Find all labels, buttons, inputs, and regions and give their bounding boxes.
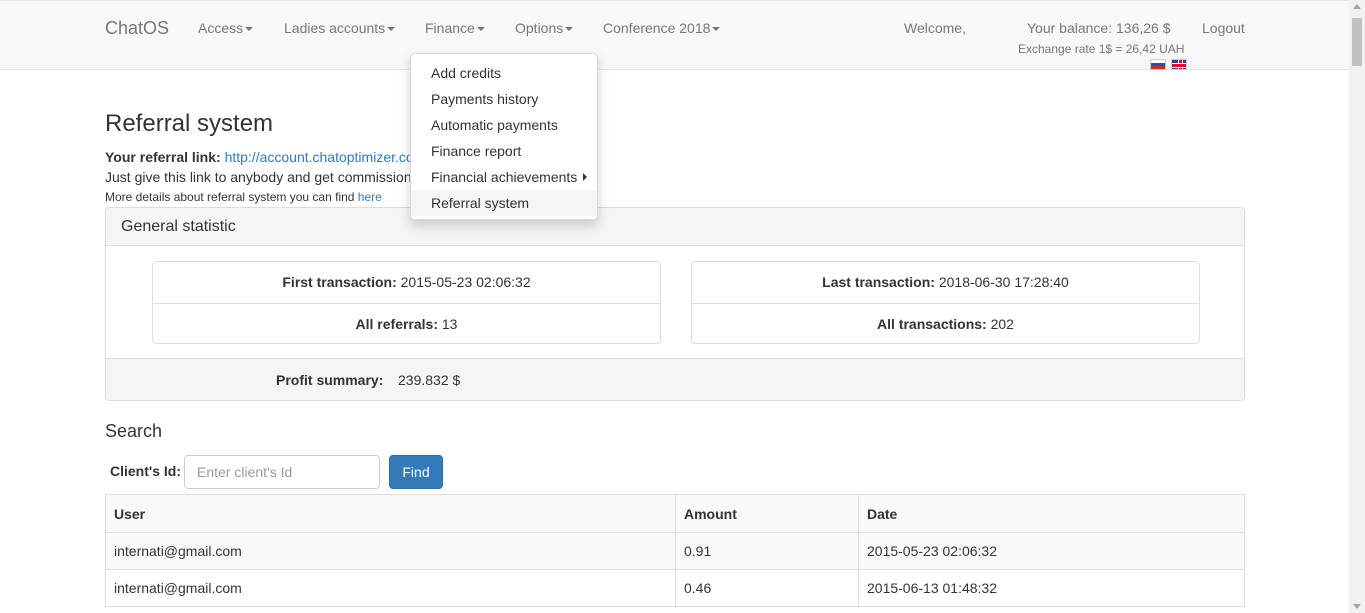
nav-ladies-accounts[interactable]: Ladies accounts bbox=[284, 20, 396, 36]
first-transaction-row: First transaction: 2015-05-23 02:06:32 bbox=[153, 262, 660, 303]
menu-item-financial-achievements[interactable]: Financial achievements bbox=[411, 164, 597, 190]
client-id-label: Client's Id: bbox=[110, 463, 181, 479]
caret-right-icon bbox=[583, 173, 587, 181]
balance-text: Your balance: 136,26 $ bbox=[1027, 20, 1171, 36]
column-header-amount[interactable]: Amount bbox=[675, 494, 859, 533]
caret-down-icon bbox=[565, 27, 574, 32]
english-flag-icon[interactable] bbox=[1171, 59, 1187, 70]
caret-down-icon bbox=[387, 27, 396, 32]
menu-item-add-credits[interactable]: Add credits bbox=[411, 60, 597, 86]
menu-item-finance-report[interactable]: Finance report bbox=[411, 138, 597, 164]
nav-access[interactable]: Access bbox=[198, 20, 254, 36]
menu-item-financial-achievements-label: Financial achievements bbox=[431, 169, 578, 185]
russian-flag-icon[interactable] bbox=[1150, 59, 1166, 70]
last-transaction-value: 2018-06-30 17:28:40 bbox=[938, 274, 1069, 290]
profit-summary-value: 239.832 $ bbox=[398, 372, 461, 388]
nav-finance[interactable]: Finance bbox=[425, 20, 485, 36]
table-header-row: User Amount Date bbox=[105, 494, 1245, 533]
panel-heading: General statistic bbox=[106, 208, 1244, 246]
column-header-user[interactable]: User bbox=[105, 494, 676, 533]
caret-down-icon bbox=[245, 27, 254, 32]
table-row: internati@gmail.com 0.91 2015-05-23 02:0… bbox=[105, 532, 1245, 570]
cell-amount: 0.46 bbox=[675, 569, 859, 607]
caret-down-icon bbox=[712, 27, 721, 32]
menu-item-payments-history[interactable]: Payments history bbox=[411, 86, 597, 112]
referral-link-label: Your referral link: bbox=[105, 149, 221, 165]
stat-box-left: First transaction: 2015-05-23 02:06:32 A… bbox=[152, 261, 661, 344]
all-transactions-row: All transactions: 202 bbox=[692, 303, 1199, 345]
exchange-rate-text: Exchange rate 1$ = 26,42 UAH bbox=[1018, 42, 1185, 56]
cell-date: 2015-05-23 02:06:32 bbox=[858, 532, 1245, 570]
all-referrals-value: 13 bbox=[441, 316, 458, 332]
first-transaction-label: First transaction: bbox=[282, 274, 397, 290]
all-transactions-value: 202 bbox=[990, 316, 1014, 332]
nav-ladies-accounts-label: Ladies accounts bbox=[284, 20, 386, 36]
first-transaction-value: 2015-05-23 02:06:32 bbox=[400, 274, 531, 290]
nav-conference-label: Conference 2018 bbox=[603, 20, 711, 36]
general-statistic-panel: General statistic First transaction: 201… bbox=[105, 207, 1245, 401]
profit-summary-footer: Profit summary: 239.832 $ bbox=[106, 358, 1244, 400]
nav-access-label: Access bbox=[198, 20, 244, 36]
nav-options[interactable]: Options bbox=[515, 20, 574, 36]
cell-user: internati@gmail.com bbox=[105, 569, 676, 607]
nav-finance-label: Finance bbox=[425, 20, 475, 36]
nav-options-label: Options bbox=[515, 20, 564, 36]
cell-date: 2015-06-13 01:48:32 bbox=[858, 569, 1245, 607]
more-details-text: More details about referral system you c… bbox=[105, 190, 355, 204]
client-id-input[interactable] bbox=[184, 455, 380, 489]
cell-amount: 0.91 bbox=[675, 532, 859, 570]
referral-link[interactable]: http://account.chatoptimizer.co bbox=[225, 149, 414, 165]
logout-link[interactable]: Logout bbox=[1202, 20, 1245, 36]
stat-box-right: Last transaction: 2018-06-30 17:28:40 Al… bbox=[691, 261, 1200, 344]
top-navbar: ChatOS Access Ladies accounts Finance Op… bbox=[0, 0, 1349, 70]
finance-dropdown-menu: Add credits Payments history Automatic p… bbox=[410, 53, 598, 220]
scroll-up-arrow-icon[interactable] bbox=[1353, 4, 1361, 9]
menu-item-referral-system[interactable]: Referral system bbox=[411, 190, 597, 216]
referrals-table: User Amount Date internati@gmail.com 0.9… bbox=[105, 494, 1245, 607]
menu-item-automatic-payments[interactable]: Automatic payments bbox=[411, 112, 597, 138]
page-scrollbar[interactable] bbox=[1349, 0, 1365, 613]
search-title: Search bbox=[105, 421, 163, 441]
profit-summary-label: Profit summary: bbox=[276, 372, 384, 388]
all-referrals-row: All referrals: 13 bbox=[153, 303, 660, 345]
nav-conference-2018[interactable]: Conference 2018 bbox=[603, 20, 721, 36]
last-transaction-label: Last transaction: bbox=[822, 274, 935, 290]
last-transaction-row: Last transaction: 2018-06-30 17:28:40 bbox=[692, 262, 1199, 303]
brand-logo[interactable]: ChatOS bbox=[105, 18, 169, 39]
more-details-link[interactable]: here bbox=[358, 190, 382, 204]
referral-link-line: Your referral link: http://account.chato… bbox=[105, 149, 414, 165]
page-title: Referral system bbox=[105, 110, 274, 137]
give-link-text: Just give this link to anybody and get c… bbox=[105, 169, 412, 185]
cell-user: internati@gmail.com bbox=[105, 532, 676, 570]
scrollbar-thumb[interactable] bbox=[1352, 18, 1362, 66]
all-referrals-label: All referrals: bbox=[355, 316, 438, 332]
welcome-text: Welcome, bbox=[904, 20, 966, 36]
table-row: internati@gmail.com 0.46 2015-06-13 01:4… bbox=[105, 569, 1245, 607]
all-transactions-label: All transactions: bbox=[877, 316, 987, 332]
column-header-date[interactable]: Date bbox=[858, 494, 1245, 533]
panel-title: General statistic bbox=[121, 218, 236, 235]
more-details-line: More details about referral system you c… bbox=[105, 190, 382, 204]
scroll-down-arrow-icon[interactable] bbox=[1353, 604, 1361, 609]
caret-down-icon bbox=[476, 27, 485, 32]
find-button[interactable]: Find bbox=[389, 455, 443, 489]
